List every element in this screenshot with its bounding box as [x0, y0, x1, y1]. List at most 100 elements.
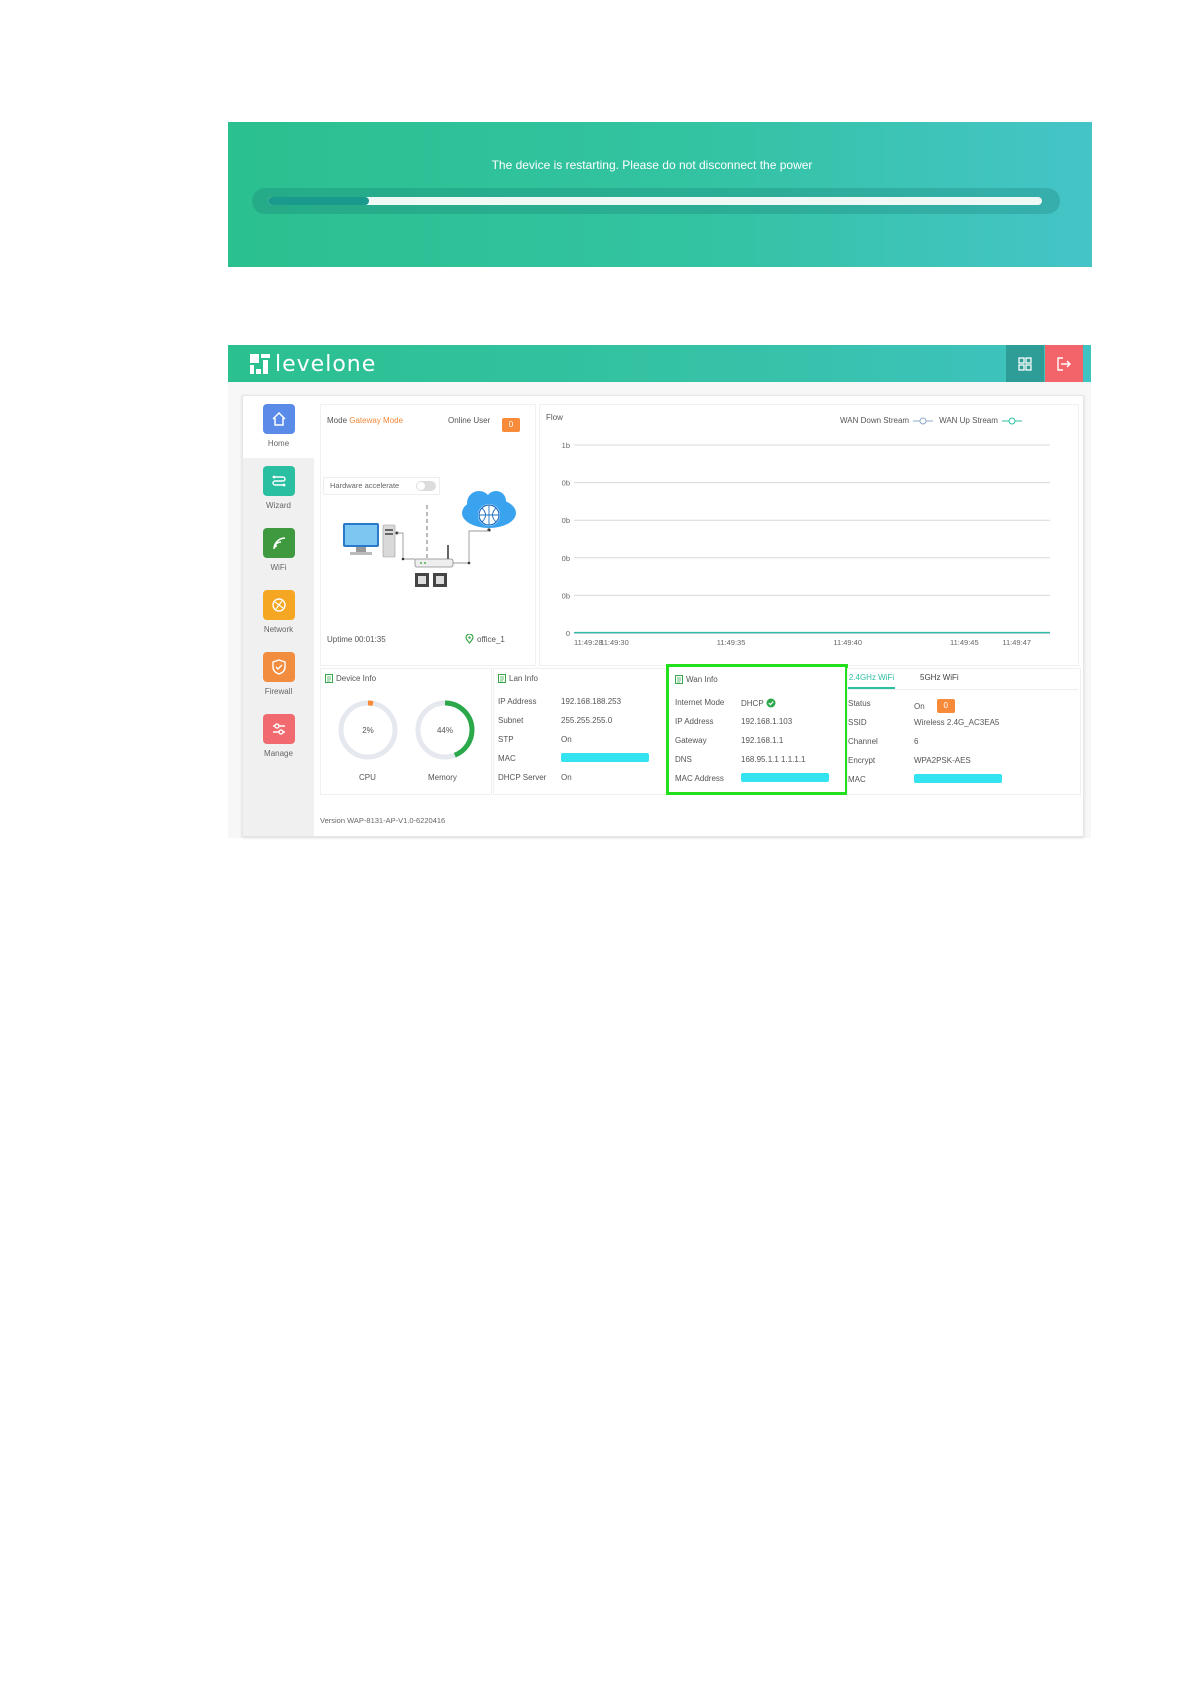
- table-row: Channel 6: [848, 737, 919, 746]
- sidebar-item-label: Firewall: [264, 687, 293, 696]
- y-tick-label: 1b: [562, 441, 570, 450]
- sidebar-item-network[interactable]: Network: [243, 582, 314, 644]
- y-tick-label: 0: [566, 629, 570, 638]
- location-pin-icon: [465, 634, 474, 644]
- flow-chart: 1b 0b 0b 0b 0b 0 11:49:2811:49:30 11:49:35 11:49…: [562, 441, 1050, 647]
- cpu-gauge-value: 2%: [362, 726, 374, 735]
- table-row: Subnet 255.255.255.0: [498, 716, 613, 725]
- restart-banner: The device is restarting. Please do not …: [228, 122, 1092, 267]
- grid-button[interactable]: [1006, 345, 1044, 382]
- document-icon: [498, 674, 506, 683]
- redacted-mac: [741, 773, 829, 782]
- memory-label: Memory: [428, 773, 457, 782]
- online-user-badge[interactable]: 0: [502, 418, 520, 432]
- sidebar-item-label: Network: [263, 625, 294, 634]
- table-row: IP Address 192.168.1.103: [675, 717, 793, 726]
- wan-info-title: Wan Info: [686, 675, 718, 684]
- table-row: Gateway 192.168.1.1: [675, 736, 784, 745]
- sidebar-item-label: Wizard: [266, 501, 291, 510]
- x-tick-label: 11:49:28: [574, 638, 603, 647]
- table-row: MAC: [498, 753, 663, 770]
- redacted-mac: [914, 774, 1002, 783]
- brand-name: levelone: [275, 351, 377, 377]
- device-info-title: Device Info: [336, 674, 377, 683]
- lan-info-title: Lan Info: [509, 674, 538, 683]
- grid-icon: [1018, 356, 1032, 371]
- wifi-icon: [262, 528, 295, 558]
- tab-5ghz-wifi[interactable]: 5GHz WiFi: [920, 673, 959, 682]
- firewall-icon: [262, 652, 295, 682]
- x-tick-label: 11:49:45: [950, 638, 979, 647]
- wifi-info-table: Status On 0 SSID Wireless 2.4G_AC3EA5 Cha…: [848, 699, 1078, 794]
- main-card: Home Wizard WiFi Network Firewall Manage…: [242, 395, 1084, 837]
- sidebar-item-manage[interactable]: Manage: [243, 706, 314, 768]
- sidebar-item-wifi[interactable]: WiFi: [243, 520, 314, 582]
- wifi-status-badge[interactable]: 0: [936, 699, 955, 713]
- manage-icon: [262, 714, 295, 744]
- location-name: office_1: [477, 634, 505, 644]
- top-header: levelone: [228, 345, 1091, 382]
- uptime: Uptime 00:01:35: [327, 635, 386, 644]
- levelone-logo-icon: [250, 354, 270, 374]
- table-row: Status On 0: [848, 699, 1078, 715]
- online-user-label: Online User: [448, 416, 491, 425]
- sidebar-item-firewall[interactable]: Firewall: [243, 644, 314, 706]
- wizard-icon: [262, 466, 295, 496]
- overview-panel: Mode Gateway Mode Online User 0 Hardware…: [320, 404, 536, 666]
- table-row: DHCP Server On: [498, 773, 572, 782]
- device-gauges: 2% 44%: [338, 700, 475, 760]
- progress-track: [252, 188, 1060, 214]
- x-tick-label: 11:49:35: [717, 638, 746, 647]
- cloud-internet-icon: [462, 491, 516, 532]
- home-icon: [262, 404, 295, 434]
- document-icon: [325, 674, 333, 683]
- check-circle-icon: [766, 698, 776, 708]
- tab-divider: [848, 689, 1078, 690]
- sidebar-item-home[interactable]: Home: [243, 396, 314, 458]
- memory-gauge-value: 44%: [437, 726, 453, 735]
- y-tick-label: 0b: [562, 516, 570, 525]
- progress-bar: [268, 197, 1042, 205]
- wan-info-table: Internet Mode DHCP IP Address 192.168.1.1…: [675, 698, 840, 793]
- restart-message: The device is restarting. Please do not …: [491, 158, 813, 172]
- x-tick-label: 11:49:47: [1002, 638, 1031, 647]
- table-row: Internet Mode DHCP: [675, 698, 840, 714]
- sidebar-item-label: WiFi: [270, 563, 287, 572]
- mode-value: Gateway Mode: [349, 416, 404, 425]
- sidebar-item-label: Manage: [264, 749, 293, 758]
- document-icon: [675, 675, 683, 684]
- mode-label: Mode: [327, 416, 348, 425]
- y-tick-label: 0b: [562, 554, 570, 563]
- progress-fill: [268, 197, 369, 205]
- wan-info-panel: Wan Info Internet Mode DHCP IP Address 19…: [666, 664, 848, 795]
- lan-info-table: IP Address 192.168.188.253 Subnet 255.255.…: [498, 697, 663, 792]
- logout-button[interactable]: [1045, 345, 1083, 382]
- x-tick-label: 11:49:40: [833, 638, 862, 647]
- cpu-label: CPU: [359, 773, 376, 782]
- router-icon: [414, 545, 454, 568]
- table-row: SSID Wireless 2.4G_AC3EA5: [848, 718, 1000, 727]
- sidebar-item-label: Home: [267, 439, 290, 448]
- topology-illustration: [343, 491, 516, 587]
- y-tick-label: 0b: [562, 479, 570, 488]
- dashboard: levelone Home Wizard WiFi Network Firewa…: [228, 345, 1091, 838]
- flow-panel: Flow WAN Down Stream WAN Up Stream 1b 0b 0…: [539, 404, 1079, 666]
- redacted-mac: [561, 753, 649, 762]
- table-row: Encrypt WPA2PSK-AES: [848, 756, 971, 765]
- sidebar: Home Wizard WiFi Network Firewall Manage: [243, 396, 314, 836]
- table-row: STP On: [498, 735, 572, 744]
- table-row: IP Address 192.168.188.253: [498, 697, 622, 706]
- table-row: DNS 168.95.1.1 1.1.1.1: [675, 755, 806, 764]
- x-tick-label: 11:49:30: [600, 638, 629, 647]
- y-tick-label: 0b: [562, 591, 570, 600]
- table-row: MAC: [848, 774, 1078, 791]
- firmware-version: Version WAP-8131-AP-V1.0-6220416: [320, 816, 446, 825]
- sidebar-item-wizard[interactable]: Wizard: [243, 458, 314, 520]
- tab-2-4ghz-wifi[interactable]: 2.4GHz WiFi: [848, 673, 895, 689]
- ethernet-port-icon: [415, 573, 447, 587]
- lan-info-panel: Lan Info IP Address 192.168.188.253 Subne…: [493, 668, 667, 795]
- brand-logo: levelone: [250, 351, 377, 377]
- wifi-info-panel: 2.4GHz WiFi 5GHz WiFi Status On 0 SSID Wi…: [847, 668, 1081, 795]
- computer-icon: [343, 523, 399, 558]
- network-icon: [262, 590, 295, 620]
